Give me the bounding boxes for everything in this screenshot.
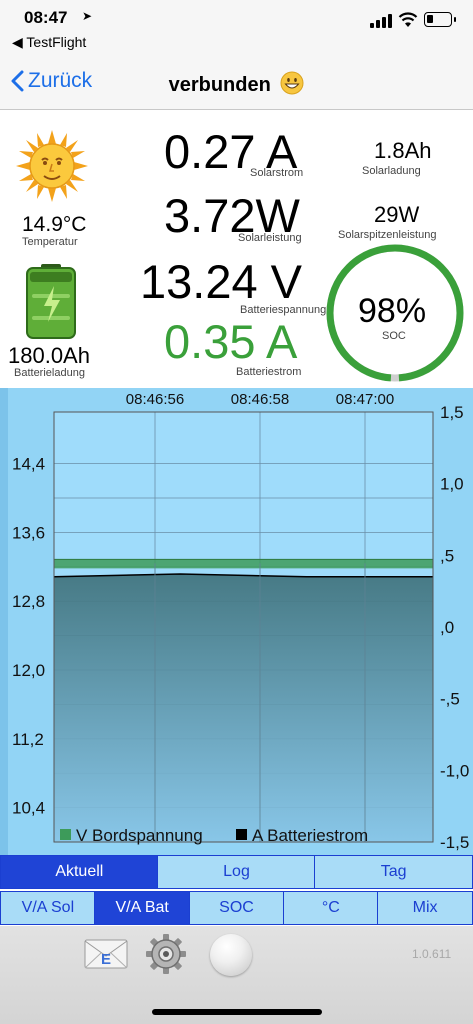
tab-view-0[interactable]: V/A Sol (0, 891, 96, 925)
readings-panel: 14.9°C Temperatur 180.0Ah Batterieladung… (0, 110, 473, 388)
y-left-tick-label: 13,6 (12, 523, 45, 542)
solar-charge-label: Solarladung (362, 165, 421, 177)
navigation-bar: Zurück verbunden (0, 56, 473, 110)
range-tabs: Aktuell Log Tag (0, 855, 473, 889)
y-right-tick-label: -1,5 (440, 833, 469, 852)
tab-view-4[interactable]: Mix (377, 891, 473, 925)
cellular-signal-icon (370, 14, 392, 28)
app-version: 1.0.611 (412, 947, 452, 961)
home-indicator (152, 1009, 322, 1015)
legend-swatch-current (236, 829, 247, 840)
svg-text:E: E (101, 951, 111, 968)
legend-swatch-voltage (60, 829, 71, 840)
tab-view-2[interactable]: SOC (188, 891, 285, 925)
soc-label: SOC (382, 330, 406, 342)
y-right-tick-label: -1,0 (440, 761, 469, 780)
y-right-tick-label: -,5 (440, 690, 460, 709)
chart-left-strip (0, 388, 8, 855)
view-tabs: V/A Sol V/A Bat SOC °C Mix (0, 891, 473, 925)
voltage-series-band (54, 559, 433, 569)
tab-range-2[interactable]: Tag (314, 855, 473, 889)
connection-status: verbunden (168, 74, 271, 96)
solar-current-label: Solarstrom (250, 167, 304, 179)
tab-view-3[interactable]: °C (282, 891, 379, 925)
temperature-value: 14.9°C (22, 213, 87, 236)
y-right-tick-label: ,5 (440, 546, 454, 565)
battery-icon (26, 264, 76, 339)
soc-value: 98% (358, 292, 427, 330)
y-left-tick-label: 12,8 (12, 592, 45, 611)
legend-label-voltage: V Bordspannung (76, 826, 203, 845)
battery-current-label: Batteriestrom (236, 366, 302, 378)
x-tick-label: 08:46:58 (231, 391, 289, 408)
chart-canvas: 14,4 13,6 12,8 12,0 11,2 10,4 1,5 1,0 ,5 ,0 -,5 -1,… (0, 388, 469, 855)
x-tick-label: 08:47:00 (336, 391, 394, 408)
y-left-tick-label: 12,0 (12, 661, 45, 680)
solar-power-label: Solarleistung (238, 232, 302, 244)
phone-battery-icon (424, 12, 456, 27)
solar-peak-label: Solarspitzenleistung (338, 229, 437, 241)
grinning-face-icon (280, 71, 304, 95)
page-title: verbunden (0, 71, 473, 97)
wifi-icon (398, 12, 418, 27)
battery-current-value: 0.35 A (164, 315, 298, 368)
status-bar: 08:47 ➤ ◀ TestFlight (0, 0, 473, 56)
tab-range-0[interactable]: Aktuell (0, 855, 159, 889)
tab-range-1[interactable]: Log (157, 855, 316, 889)
battery-voltage-value: 13.24 V (140, 255, 303, 308)
sun-icon (16, 130, 88, 202)
battery-charge-label: Batterieladung (14, 367, 85, 379)
solar-charge-value: 1.8Ah (374, 138, 432, 163)
legend-label-current: A Batteriestrom (252, 826, 368, 845)
history-chart[interactable]: 14,4 13,6 12,8 12,0 11,2 10,4 1,5 1,0 ,5 ,0 -,5 -1,… (0, 388, 473, 855)
gear-icon[interactable] (146, 934, 186, 974)
y-left-tick-label: 14,4 (12, 455, 45, 474)
battery-current-area (54, 574, 433, 842)
status-ball-icon[interactable] (210, 934, 252, 976)
solar-peak-value: 29W (374, 202, 420, 227)
location-arrow-icon: ➤ (82, 9, 93, 23)
y-right-tick-label: 1,5 (440, 403, 464, 422)
y-left-tick-label: 10,4 (12, 799, 45, 818)
temperature-label: Temperatur (22, 236, 78, 248)
battery-charge-value: 180.0Ah (8, 343, 90, 368)
y-left-tick-label: 11,2 (12, 730, 44, 749)
y-right-tick-label: 1,0 (440, 475, 464, 494)
tab-view-1[interactable]: V/A Bat (94, 891, 191, 925)
back-to-app-link[interactable]: ◀ TestFlight (12, 34, 86, 51)
y-right-tick-label: ,0 (440, 618, 454, 637)
x-tick-label: 08:46:56 (126, 391, 184, 408)
clock: 08:47 (24, 8, 68, 27)
mail-icon[interactable]: E (84, 938, 128, 970)
